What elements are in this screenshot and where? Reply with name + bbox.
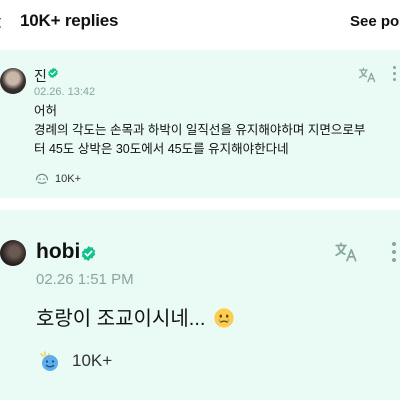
reply-card[interactable]: hobi 02.26 1:51 PM 호랑이 조교이시네... 10K+ — [0, 210, 400, 400]
back-arrow-icon[interactable]: ‹ — [0, 8, 2, 36]
timestamp: 02.26 1:51 PM — [36, 271, 134, 288]
translate-icon[interactable] — [358, 66, 378, 84]
verified-badge-icon — [48, 67, 58, 79]
reaction-count: 10K+ — [72, 351, 113, 370]
author-name[interactable]: hobi — [36, 240, 80, 264]
reply-text: 호랑이 조교이시네... — [36, 302, 235, 331]
reaction-icon[interactable] — [36, 350, 62, 372]
page-title: 10K+ replies — [20, 11, 119, 30]
more-vertical-icon[interactable] — [392, 240, 397, 264]
top-bar: ‹ 10K+ replies See pos — [0, 0, 400, 44]
verified-badge-icon — [81, 246, 96, 261]
timestamp: 02.26. 13:42 — [34, 86, 96, 98]
holding-back-tears-emoji-icon — [214, 308, 234, 328]
reaction-icon[interactable] — [34, 172, 50, 186]
see-post-button[interactable]: See pos — [350, 13, 400, 30]
author-name[interactable]: 진 — [34, 66, 47, 86]
more-vertical-icon[interactable] — [393, 64, 397, 84]
avatar[interactable] — [0, 68, 26, 94]
avatar[interactable] — [0, 240, 26, 266]
reply-text-line: 터 45도 상박은 30도에서 45도를 유지해야한다네 — [34, 142, 289, 156]
divider — [0, 198, 400, 210]
reply-text-line: 경례의 각도는 손목과 하박이 일직선을 유지해야하며 지면으로부 — [34, 123, 366, 137]
translate-icon[interactable] — [334, 240, 360, 264]
reply-text-content: 호랑이 조교이시네... — [36, 308, 206, 330]
reply-text-line: 어허 — [34, 104, 58, 118]
reply-text: 어허 경례의 각도는 손목과 하박이 일직선을 유지해야하며 지면으로부 터 4… — [34, 102, 398, 159]
reaction-count: 10K+ — [55, 173, 81, 185]
reply-card[interactable]: 진 02.26. 13:42 어허 경례의 각도는 손목과 하박이 일직선을 유… — [0, 50, 400, 198]
